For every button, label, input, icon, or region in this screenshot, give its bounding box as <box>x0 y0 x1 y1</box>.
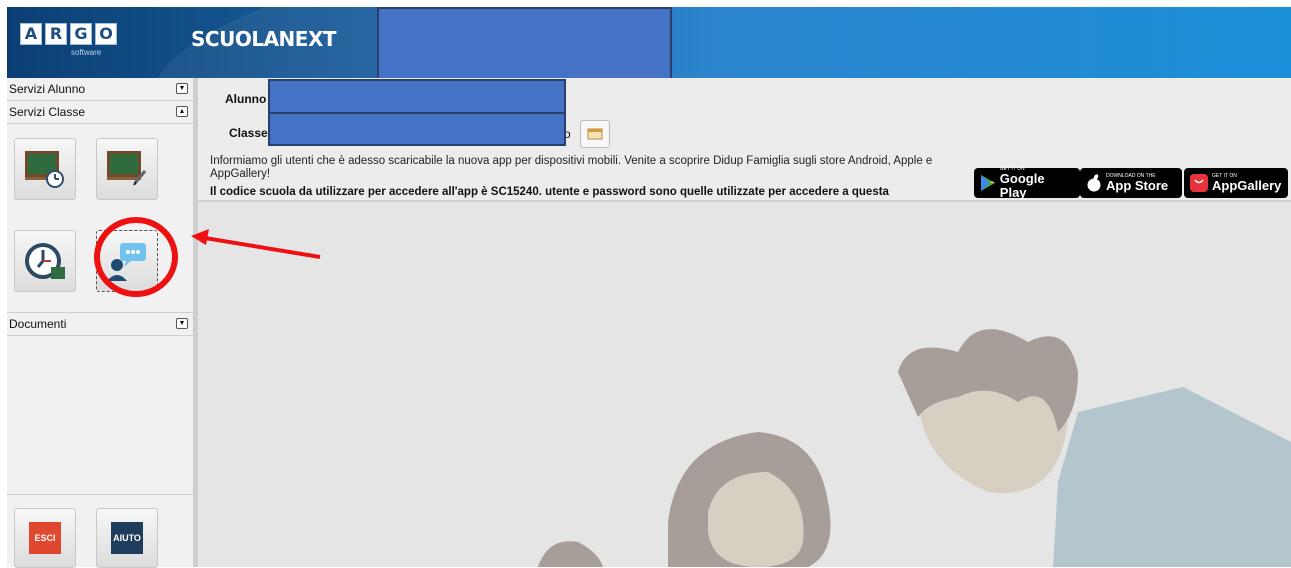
sidebar: Servizi Alunno ▼ Servizi Classe ▲ Docume… <box>7 78 198 568</box>
aiuto-button[interactable]: AIUTO <box>96 508 158 568</box>
section-servizi-classe[interactable]: Servizi Classe ▲ <box>7 101 193 124</box>
section-label: Documenti <box>9 317 67 331</box>
app-announcement: Informiamo gli utenti che è adesso scari… <box>210 155 933 180</box>
esci-button[interactable]: ESCI <box>14 508 76 568</box>
appgallery-icon <box>1190 174 1208 192</box>
badge-big-text: AppGallery <box>1212 178 1282 193</box>
section-servizi-alunno[interactable]: Servizi Alunno ▼ <box>7 78 193 101</box>
redacted-alunno-value <box>268 79 566 116</box>
alunno-label: Alunno <box>225 92 267 106</box>
apple-icon <box>1087 174 1101 192</box>
esci-label: ESCI <box>29 522 61 554</box>
badge-big-text: Google Play <box>999 171 1045 200</box>
logo-letter: O <box>95 23 117 45</box>
tile-registro-classe[interactable] <box>14 138 76 200</box>
logo-letter: A <box>20 23 42 45</box>
aiuto-label: AIUTO <box>111 522 143 554</box>
appgallery-badge[interactable]: GET IT ON AppGallery <box>1184 168 1288 198</box>
highlight-circle <box>94 217 178 297</box>
school-code-notice: Il codice scuola da utilizzare per acced… <box>210 186 889 198</box>
redacted-classe-value <box>268 112 566 146</box>
google-play-badge[interactable]: GET IT ON Google Play <box>974 166 1080 200</box>
calendar-icon <box>587 128 603 140</box>
logo-subtitle: software <box>71 48 102 57</box>
badge-big-text: App Store <box>1106 178 1169 193</box>
expand-toggle-icon[interactable]: ▼ <box>176 83 188 94</box>
blackboard-clock-icon <box>25 151 64 188</box>
section-label: Servizi Classe <box>9 105 86 119</box>
main-content: Alunno Classe o Informiamo gli utenti ch… <box>198 78 1291 567</box>
clock-timetable-icon <box>25 243 65 279</box>
section-documenti[interactable]: Documenti ▼ <box>7 312 193 336</box>
bottom-actions: ESCI AIUTO <box>7 494 193 568</box>
argo-logo: A R G O <box>20 23 117 45</box>
tile-orario[interactable] <box>14 230 76 292</box>
app-brand-title: SCUOLANEXT <box>191 27 337 51</box>
calendar-button[interactable] <box>580 120 610 148</box>
redacted-area <box>377 7 672 80</box>
tile-compiti[interactable] <box>96 138 158 200</box>
section-label: Servizi Alunno <box>9 82 86 96</box>
background-illustration <box>198 202 1291 567</box>
logo-letter: G <box>70 23 92 45</box>
logo-letter: R <box>45 23 67 45</box>
google-play-icon <box>981 175 995 191</box>
classe-label: Classe <box>229 126 268 140</box>
blackboard-pencil-icon <box>107 151 147 186</box>
collapse-toggle-icon[interactable]: ▲ <box>176 106 188 117</box>
app-store-badge[interactable]: DOWNLOAD ON THE App Store <box>1080 168 1182 198</box>
expand-toggle-icon[interactable]: ▼ <box>176 318 188 329</box>
pointer-arrow <box>191 229 321 259</box>
